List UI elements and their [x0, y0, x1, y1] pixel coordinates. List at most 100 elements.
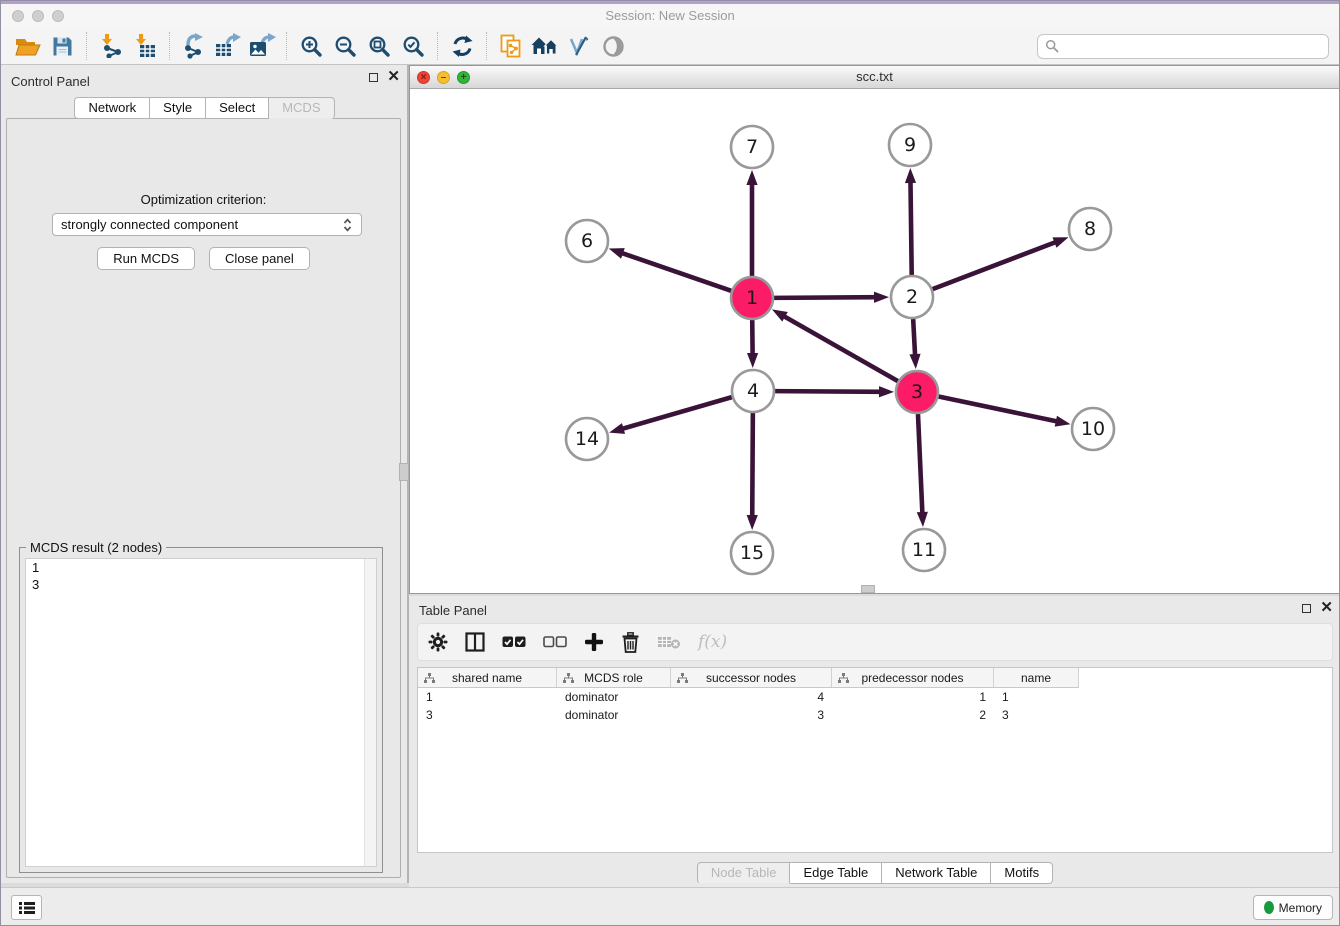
toolbar-separator: [486, 32, 487, 60]
graph-edge-3-1[interactable]: [782, 315, 897, 381]
float-panel-icon[interactable]: [369, 73, 378, 82]
import-table-button[interactable]: [128, 31, 162, 61]
control-panel-tabs: NetworkStyleSelectMCDS: [1, 97, 408, 119]
tab-edge-table[interactable]: Edge Table: [790, 862, 882, 884]
graph-edge-2-8[interactable]: [933, 241, 1058, 289]
close-panel-button[interactable]: Close panel: [209, 247, 310, 270]
delete-table-icon: [657, 634, 681, 650]
tab-network[interactable]: Network: [74, 97, 150, 119]
graph-edge-4-15[interactable]: [752, 413, 753, 518]
zoom-fit-button[interactable]: [362, 31, 396, 61]
table-row[interactable]: 3dominator323: [418, 707, 1079, 723]
graph-edge-4-14[interactable]: [621, 397, 732, 429]
tab-style[interactable]: Style: [150, 97, 206, 119]
run-mcds-button[interactable]: Run MCDS: [97, 247, 195, 270]
network-maximize-icon[interactable]: +: [457, 71, 470, 84]
zoom-in-button[interactable]: [294, 31, 328, 61]
graph-edge-2-3[interactable]: [913, 319, 915, 357]
result-scrollbar[interactable]: [364, 559, 376, 866]
search-input[interactable]: [1059, 38, 1321, 54]
graph-edge-1-6[interactable]: [620, 252, 731, 290]
select-all-button[interactable]: [502, 629, 526, 655]
minimize-window-icon[interactable]: [32, 10, 44, 22]
refresh-button[interactable]: [445, 31, 479, 61]
close-window-icon[interactable]: [12, 10, 24, 22]
graphics-details-button[interactable]: [562, 31, 596, 61]
graph-edge-2-9[interactable]: [910, 180, 911, 275]
create-column-button[interactable]: [584, 629, 604, 655]
main-toolbar: [1, 28, 1339, 65]
import-network-button[interactable]: [94, 31, 128, 61]
table-cell[interactable]: 1: [994, 689, 1079, 705]
delete-table-button[interactable]: [657, 629, 681, 655]
table-cell[interactable]: 3: [671, 707, 832, 723]
network-window-titlebar[interactable]: × – + scc.txt: [410, 66, 1339, 89]
float-table-panel-icon[interactable]: [1302, 604, 1311, 613]
clone-network-button[interactable]: [494, 31, 528, 61]
zoom-out-button[interactable]: [328, 31, 362, 61]
graph-edge-3-10[interactable]: [939, 397, 1059, 422]
table-cell[interactable]: 4: [671, 689, 832, 705]
table-cell[interactable]: 1: [832, 689, 994, 705]
table-cell[interactable]: 3: [994, 707, 1079, 723]
save-session-button[interactable]: [45, 31, 79, 61]
open-file-button[interactable]: [11, 31, 45, 61]
table-settings-button[interactable]: [428, 629, 448, 655]
network-canvas[interactable]: 7968124314101511: [410, 89, 1339, 593]
graph-edge-4-3[interactable]: [775, 391, 882, 392]
deselect-all-button[interactable]: [543, 629, 567, 655]
search-icon: [1045, 39, 1059, 53]
tab-network-table[interactable]: Network Table: [882, 862, 991, 884]
delete-column-button[interactable]: [621, 629, 640, 655]
graph-edge-arrowhead: [1053, 237, 1069, 248]
graph-edge-3-11[interactable]: [918, 414, 922, 515]
function-builder-icon: f(x): [698, 632, 727, 652]
search-field[interactable]: [1037, 34, 1329, 59]
criterion-dropdown[interactable]: strongly connected component: [52, 213, 362, 236]
memory-button[interactable]: Memory: [1253, 895, 1333, 920]
export-table-button[interactable]: [211, 31, 245, 61]
network-table-splitter-handle[interactable]: [861, 585, 875, 593]
network-minimize-icon[interactable]: –: [437, 71, 450, 84]
tab-mcds[interactable]: MCDS: [269, 97, 334, 119]
export-image-button[interactable]: [245, 31, 279, 61]
mcds-result-item[interactable]: 3: [26, 576, 376, 593]
tab-node-table[interactable]: Node Table: [697, 862, 791, 884]
network-window: × – + scc.txt 7968124314101511: [409, 65, 1340, 594]
column-header-name[interactable]: name: [994, 668, 1079, 687]
graph-node-label: 8: [1084, 218, 1096, 240]
table-cell[interactable]: 1: [418, 689, 557, 705]
graph-node-label: 2: [906, 286, 918, 308]
column-header-successor-nodes[interactable]: successor nodes: [671, 668, 832, 687]
maximize-window-icon[interactable]: [52, 10, 64, 22]
network-close-icon[interactable]: ×: [417, 71, 430, 84]
task-history-button[interactable]: [11, 895, 42, 920]
table-cell[interactable]: 2: [832, 707, 994, 723]
toolbar-separator: [437, 32, 438, 60]
close-table-panel-icon[interactable]: ✕: [1320, 603, 1333, 613]
mcds-result-item[interactable]: 1: [26, 559, 376, 576]
graph-edge-1-2[interactable]: [774, 297, 877, 298]
export-network-button[interactable]: [177, 31, 211, 61]
toolbar-separator: [286, 32, 287, 60]
mcds-result-box: MCDS result (2 nodes) 13: [19, 547, 383, 873]
show-column-panel-button[interactable]: [465, 629, 485, 655]
table-cell[interactable]: 3: [418, 707, 557, 723]
home-button[interactable]: [528, 31, 562, 61]
eye-button[interactable]: [596, 31, 630, 61]
table-cell[interactable]: dominator: [557, 689, 671, 705]
mcds-result-list[interactable]: 13: [25, 558, 377, 867]
table-row[interactable]: 1dominator411: [418, 689, 1079, 705]
close-panel-icon[interactable]: ✕: [387, 72, 400, 82]
tab-select[interactable]: Select: [206, 97, 269, 119]
column-header-predecessor-nodes[interactable]: predecessor nodes: [832, 668, 994, 687]
graph-node-label: 1: [746, 287, 758, 309]
zoom-selected-button[interactable]: [396, 31, 430, 61]
mcds-result-items: 13: [26, 559, 376, 593]
function-builder-button[interactable]: f(x): [698, 629, 727, 655]
tab-motifs[interactable]: Motifs: [991, 862, 1053, 884]
column-header-shared-name[interactable]: shared name: [418, 668, 557, 687]
panel-splitter-handle[interactable]: [399, 463, 409, 481]
table-cell[interactable]: dominator: [557, 707, 671, 723]
column-header-MCDS-role[interactable]: MCDS role: [557, 668, 671, 687]
